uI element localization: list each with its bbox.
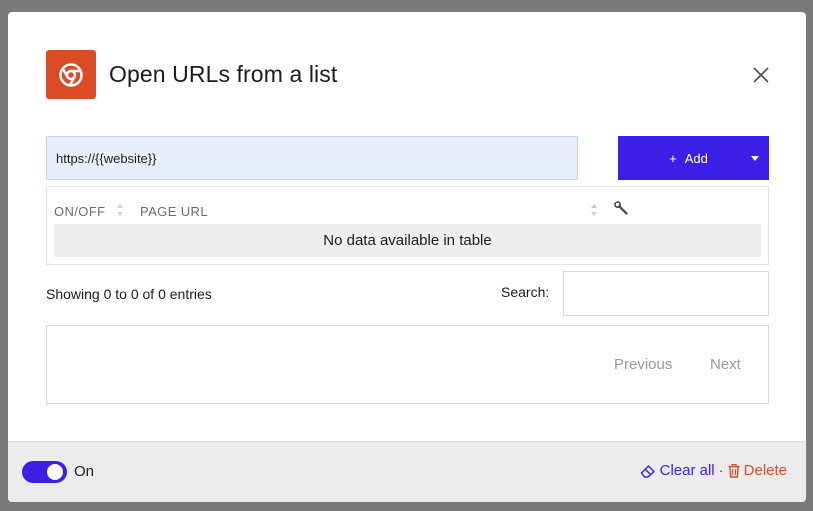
delete-button[interactable]: Delete — [728, 462, 787, 479]
caret-down-icon[interactable] — [741, 155, 769, 161]
urls-table: ON/OFF PAGE URL No data available in tab… — [46, 186, 769, 265]
column-header-page-url[interactable]: PAGE URL — [140, 204, 208, 219]
footer-actions: Clear all · Delete — [640, 462, 787, 479]
search-label: Search: — [501, 284, 550, 300]
search-input[interactable] — [563, 271, 769, 316]
entries-info: Showing 0 to 0 of 0 entries — [46, 286, 212, 302]
plus-icon: + — [669, 150, 677, 166]
add-button[interactable]: + Add — [618, 136, 769, 180]
chrome-icon — [46, 50, 96, 99]
dialog-header: Open URLs from a list — [46, 50, 776, 100]
pagination: Previous Next — [46, 325, 769, 404]
previous-button[interactable]: Previous — [614, 356, 672, 373]
eraser-icon — [640, 464, 655, 478]
toggle-knob — [47, 464, 63, 480]
on-off-toggle[interactable] — [22, 461, 67, 483]
sort-icon[interactable] — [590, 203, 598, 217]
delete-label: Delete — [743, 462, 787, 479]
close-icon[interactable] — [751, 65, 771, 85]
next-button[interactable]: Next — [710, 356, 741, 373]
wrench-icon[interactable] — [614, 201, 628, 215]
dialog-title: Open URLs from a list — [109, 61, 338, 87]
clear-all-label: Clear all — [659, 462, 715, 479]
dialog: Open URLs from a list + Add ON/OFF PAGE … — [8, 12, 806, 502]
empty-table-message: No data available in table — [54, 224, 761, 257]
dialog-footer: On Clear all · Delete — [8, 441, 806, 502]
column-header-on-off[interactable]: ON/OFF — [54, 204, 106, 219]
clear-all-button[interactable]: Clear all — [640, 462, 715, 479]
separator: · — [718, 462, 724, 479]
url-input[interactable] — [46, 136, 578, 180]
add-button-label: Add — [684, 150, 708, 166]
trash-icon — [728, 463, 740, 478]
toggle-label: On — [74, 463, 95, 480]
sort-icon[interactable] — [116, 203, 124, 217]
